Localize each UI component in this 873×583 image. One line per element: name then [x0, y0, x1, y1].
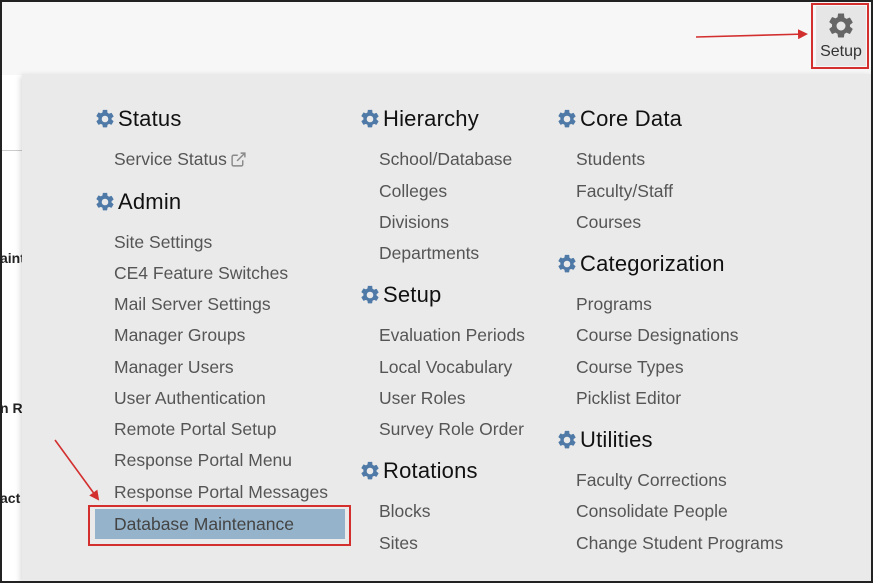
gear-icon: [556, 253, 578, 275]
section-title: Setup: [383, 282, 442, 307]
menu-item-programs[interactable]: Programs: [576, 294, 652, 315]
section-heading-core-data: Core Data: [556, 106, 682, 132]
menu-item-user-authentication[interactable]: User Authentication: [114, 388, 266, 409]
menu-item-faculty-staff[interactable]: Faculty/Staff: [576, 181, 673, 202]
section-heading-admin: Admin: [94, 189, 181, 215]
top-bar: [2, 2, 871, 75]
menu-item-survey-role-order[interactable]: Survey Role Order: [379, 419, 524, 440]
section-heading-hierarchy: Hierarchy: [359, 106, 479, 132]
menu-item-colleges[interactable]: Colleges: [379, 181, 447, 202]
menu-item-faculty-corrections[interactable]: Faculty Corrections: [576, 470, 727, 491]
menu-item-course-types[interactable]: Course Types: [576, 357, 684, 378]
section-title: Utilities: [580, 427, 653, 452]
underlay-fragment: aint: [0, 250, 22, 266]
menu-item-response-portal-menu[interactable]: Response Portal Menu: [114, 450, 292, 471]
menu-item-site-settings[interactable]: Site Settings: [114, 232, 212, 253]
menu-item-blocks[interactable]: Blocks: [379, 501, 431, 522]
section-title: Hierarchy: [383, 106, 479, 131]
gear-icon: [556, 108, 578, 130]
menu-item-user-roles[interactable]: User Roles: [379, 388, 466, 409]
section-title: Core Data: [580, 106, 683, 131]
menu-item-school-database[interactable]: School/Database: [379, 149, 512, 170]
gear-icon: [94, 108, 116, 130]
menu-item-evaluation-periods[interactable]: Evaluation Periods: [379, 325, 525, 346]
menu-item-label: Service Status: [114, 149, 227, 169]
menu-item-manager-users[interactable]: Manager Users: [114, 357, 234, 378]
section-heading-utilities: Utilities: [556, 427, 653, 453]
menu-item-database-maintenance[interactable]: Database Maintenance: [95, 509, 345, 539]
gear-icon: [556, 429, 578, 451]
menu-item-ce4-feature-switches[interactable]: CE4 Feature Switches: [114, 263, 288, 284]
menu-item-local-vocabulary[interactable]: Local Vocabulary: [379, 357, 512, 378]
gear-icon: [359, 284, 381, 306]
menu-item-service-status[interactable]: Service Status: [114, 149, 247, 170]
menu-item-remote-portal-setup[interactable]: Remote Portal Setup: [114, 419, 276, 440]
menu-item-response-portal-messages[interactable]: Response Portal Messages: [114, 482, 328, 503]
setup-dropdown-menu: Status Service Status Admin Site Setting…: [22, 74, 871, 581]
underlay-fragment: n R: [0, 400, 22, 416]
gear-icon: [94, 191, 116, 213]
menu-item-courses[interactable]: Courses: [576, 212, 641, 233]
underlay-fragment: act: [0, 490, 21, 506]
section-title: Categorization: [580, 251, 725, 276]
setup-button-label: Setup: [820, 43, 862, 60]
menu-item-consolidate-people[interactable]: Consolidate People: [576, 501, 728, 522]
menu-item-departments[interactable]: Departments: [379, 243, 479, 264]
section-title: Rotations: [383, 458, 478, 483]
menu-item-manager-groups[interactable]: Manager Groups: [114, 325, 245, 346]
menu-item-course-designations[interactable]: Course Designations: [576, 325, 738, 346]
section-title: Status: [118, 106, 182, 131]
menu-item-students[interactable]: Students: [576, 149, 645, 170]
gear-icon: [826, 11, 856, 41]
section-heading-rotations: Rotations: [359, 458, 478, 484]
external-link-icon: [231, 152, 246, 167]
setup-button[interactable]: Setup: [816, 6, 866, 66]
gear-icon: [359, 460, 381, 482]
menu-item-mail-server-settings[interactable]: Mail Server Settings: [114, 294, 271, 315]
section-title: Admin: [118, 189, 182, 214]
menu-item-divisions[interactable]: Divisions: [379, 212, 449, 233]
underlay-divider: [2, 150, 24, 151]
section-heading-status: Status: [94, 106, 182, 132]
menu-item-picklist-editor[interactable]: Picklist Editor: [576, 388, 681, 409]
section-heading-categorization: Categorization: [556, 251, 725, 277]
gear-icon: [359, 108, 381, 130]
section-heading-setup: Setup: [359, 282, 442, 308]
menu-item-change-student-programs[interactable]: Change Student Programs: [576, 533, 783, 554]
menu-item-sites[interactable]: Sites: [379, 533, 418, 554]
